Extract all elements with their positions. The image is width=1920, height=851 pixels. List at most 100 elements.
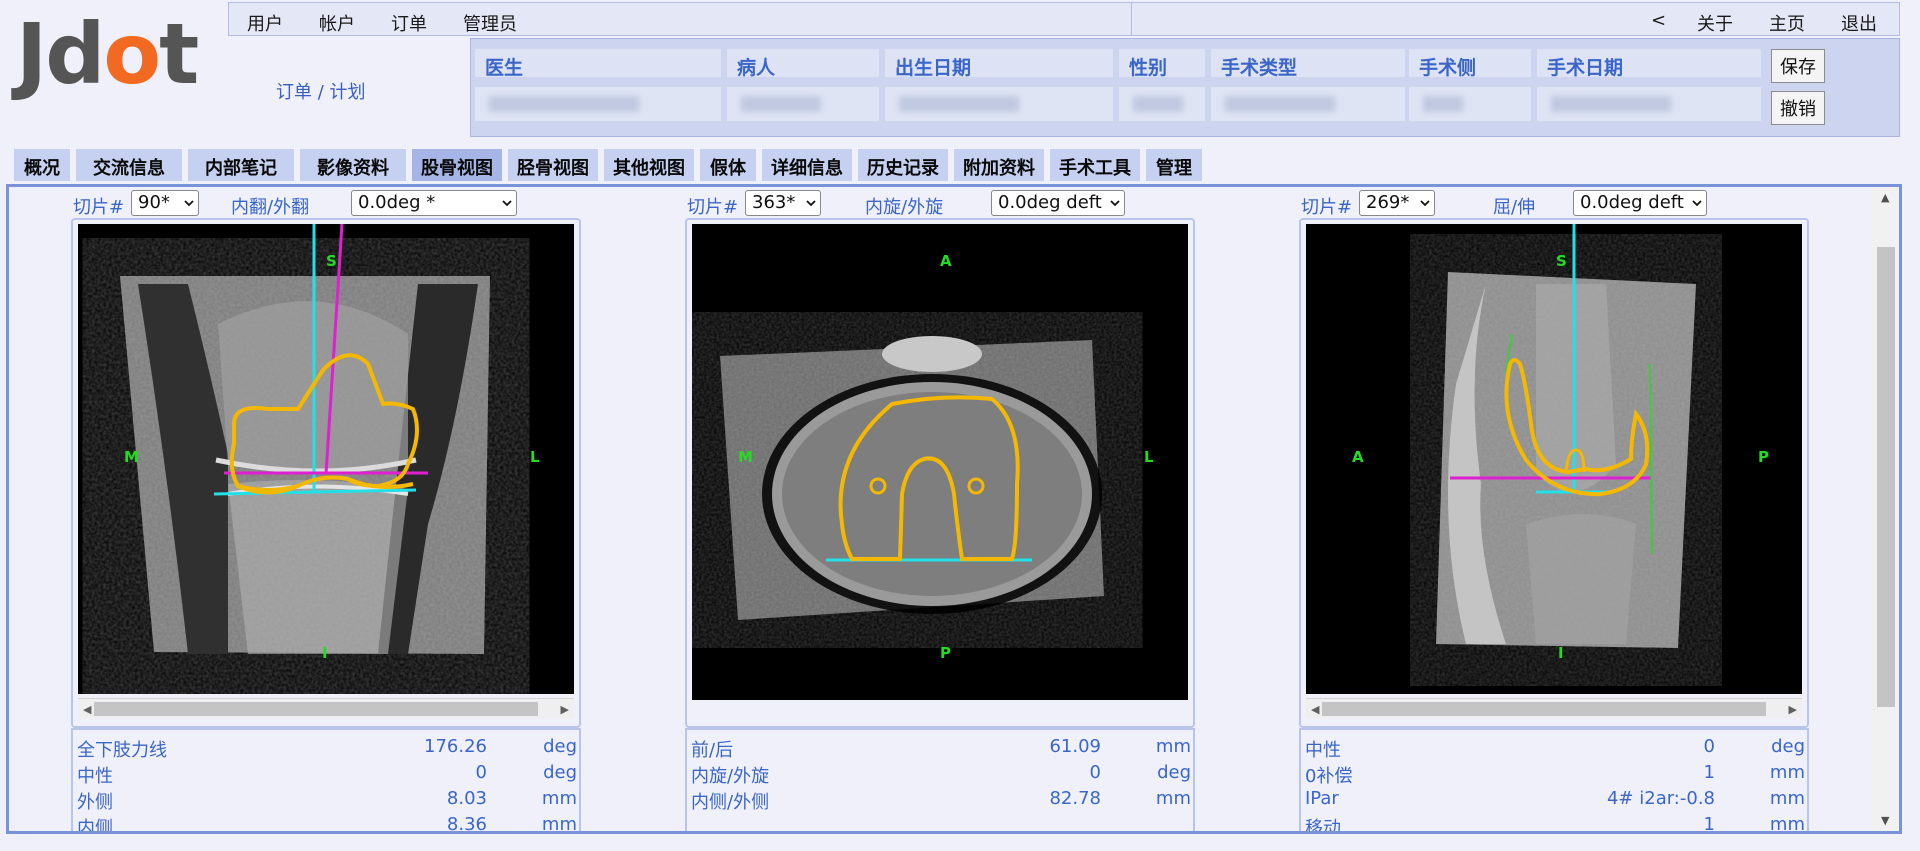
- horizontal-scrollbar-coronal[interactable]: ◀ ▶: [78, 698, 574, 718]
- orient-bottom-axial: P: [940, 644, 951, 662]
- scroll-left-icon[interactable]: ◀: [1311, 703, 1319, 716]
- stat-unit: deg: [1771, 736, 1805, 757]
- vertical-scrollbar[interactable]: ▲ ▼: [1873, 187, 1899, 831]
- varus-valgus-value: 0.0deg *: [358, 192, 436, 213]
- scroll-down-icon[interactable]: ▼: [1881, 814, 1889, 827]
- tab-imaging[interactable]: 影像资料: [300, 149, 406, 181]
- axial-view-panel: A P M L: [685, 218, 1195, 728]
- menu-home[interactable]: 主页: [1769, 10, 1805, 36]
- scrollbar-thumb[interactable]: [94, 702, 538, 716]
- menu-users[interactable]: 用户: [247, 10, 283, 36]
- scroll-right-icon[interactable]: ▶: [1789, 703, 1797, 716]
- header-doctor: 医生: [475, 49, 721, 79]
- varus-valgus-select[interactable]: 0.0deg *: [351, 190, 517, 216]
- value-gender: [1119, 87, 1205, 121]
- chevron-down-icon: [1110, 200, 1120, 207]
- coronal-view-panel: S I M L ◀ ▶: [71, 218, 581, 728]
- tab-communication[interactable]: 交流信息: [76, 149, 182, 181]
- orient-right-coronal: L: [530, 448, 540, 466]
- scroll-right-icon[interactable]: ▶: [561, 703, 569, 716]
- menu-about[interactable]: 关于: [1697, 10, 1733, 36]
- value-surgery-type: [1211, 87, 1405, 121]
- slice-value-coronal: 90*: [138, 192, 170, 213]
- slice-select-coronal[interactable]: 90*: [131, 190, 199, 216]
- tab-admin[interactable]: 管理: [1146, 149, 1202, 181]
- tab-overview[interactable]: 概况: [14, 149, 70, 181]
- stat-value: 4# i2ar:-0.8: [1606, 788, 1715, 809]
- coronal-mri-canvas[interactable]: S I M L: [78, 224, 574, 694]
- tab-details[interactable]: 详细信息: [762, 149, 852, 181]
- rotation-value: 0.0deg deft: [998, 192, 1102, 213]
- orient-left-sagittal: A: [1352, 448, 1364, 466]
- stat-value: 82.78: [1049, 788, 1101, 809]
- menu-back[interactable]: <: [1651, 10, 1666, 31]
- stat-value: 0: [1089, 762, 1101, 783]
- top-menu-bar: 用户 帐户 订单 管理员 < 关于 主页 退出: [228, 2, 1900, 36]
- slice-select-sagittal[interactable]: 269*: [1359, 190, 1435, 216]
- tab-history[interactable]: 历史记录: [858, 149, 948, 181]
- chevron-down-icon: [184, 200, 194, 207]
- tab-other-views[interactable]: 其他视图: [604, 149, 694, 181]
- horizontal-scrollbar-sagittal[interactable]: ◀ ▶: [1306, 698, 1802, 718]
- jdot-logo: Jdot: [16, 12, 211, 96]
- slice-select-axial[interactable]: 363*: [745, 190, 821, 216]
- varus-valgus-label: 内翻/外翻: [231, 197, 310, 218]
- value-surgery-side: [1409, 87, 1531, 121]
- chevron-down-icon: [806, 200, 816, 207]
- header-gender: 性别: [1119, 49, 1205, 79]
- header-birthdate: 出生日期: [885, 49, 1113, 79]
- value-patient: [727, 87, 879, 121]
- breadcrumb[interactable]: 订单 / 计划: [276, 78, 366, 104]
- rotation-select[interactable]: 0.0deg deft: [991, 190, 1125, 216]
- order-info-panel: 医生 病人 出生日期 性别 手术类型 手术侧 手术日期 保存 撤销: [470, 38, 1900, 137]
- flexion-select[interactable]: 0.0deg deft: [1573, 190, 1707, 216]
- menu-logout[interactable]: 退出: [1841, 10, 1877, 36]
- value-surgery-date: [1537, 87, 1761, 121]
- stat-value: 8.36: [446, 814, 487, 834]
- stat-value: 8.03: [446, 788, 487, 809]
- coronal-stats-panel: 全下肢力线 176.26 deg 中性 0 deg 外侧 8.03 mm 内侧 …: [71, 728, 581, 834]
- stat-unit: mm: [1155, 788, 1191, 809]
- axial-mri-canvas[interactable]: A P M L: [692, 224, 1188, 700]
- orient-top-coronal: S: [326, 252, 337, 270]
- stat-unit: mm: [1769, 762, 1805, 783]
- menu-admin[interactable]: 管理员: [463, 10, 517, 36]
- scroll-left-icon[interactable]: ◀: [83, 703, 91, 716]
- tab-surgical-tools[interactable]: 手术工具: [1050, 149, 1140, 181]
- sagittal-stats-panel: 中性 0 deg 0补偿 1 mm IPar 4# i2ar:-0.8 mm 移…: [1299, 728, 1809, 834]
- stat-label: 中性: [77, 766, 113, 787]
- tab-internal-notes[interactable]: 内部笔记: [188, 149, 294, 181]
- stat-label: 内旋/外旋: [691, 766, 770, 787]
- orient-bottom-coronal: I: [322, 644, 328, 662]
- stat-row: 0补偿 1 mm: [1305, 760, 1805, 787]
- tab-prosthesis[interactable]: 假体: [700, 149, 756, 181]
- flexion-label: 屈/伸: [1493, 197, 1536, 218]
- header-surgery-date: 手术日期: [1537, 49, 1761, 79]
- femur-view-content: 切片# 90* 内翻/外翻 0.0deg * S I M L ◀ ▶ 全下肢力线…: [6, 184, 1902, 834]
- tab-attachments[interactable]: 附加资料: [954, 149, 1044, 181]
- menu-orders[interactable]: 订单: [391, 10, 427, 36]
- stat-unit: mm: [1769, 814, 1805, 834]
- tab-tibia-view[interactable]: 胫骨视图: [508, 149, 598, 181]
- stat-unit: mm: [541, 814, 577, 834]
- save-button[interactable]: 保存: [1771, 49, 1825, 83]
- cancel-button[interactable]: 撤销: [1771, 91, 1825, 125]
- scrollbar-thumb[interactable]: [1877, 247, 1895, 707]
- stat-row: 外侧 8.03 mm: [77, 786, 577, 813]
- stat-row: 内侧 8.36 mm: [77, 812, 577, 834]
- scrollbar-thumb[interactable]: [1322, 702, 1766, 716]
- orient-left-coronal: M: [124, 448, 139, 466]
- menu-account[interactable]: 帐户: [319, 10, 355, 36]
- axial-mri-image: A P M L: [692, 224, 1188, 700]
- stat-label: 全下肢力线: [77, 740, 167, 761]
- sagittal-view-panel: S I A P ◀ ▶: [1299, 218, 1809, 728]
- stat-label: 外侧: [77, 792, 113, 813]
- scroll-up-icon[interactable]: ▲: [1881, 191, 1889, 204]
- stat-label: 移动: [1305, 818, 1341, 834]
- sagittal-mri-canvas[interactable]: S I A P: [1306, 224, 1802, 694]
- stat-row: 内侧/外侧 82.78 mm: [691, 786, 1191, 813]
- tab-femur-view[interactable]: 股骨视图: [412, 149, 502, 181]
- stat-value: 1: [1703, 762, 1715, 783]
- stat-value: 0: [1703, 736, 1715, 757]
- stat-unit: deg: [1157, 762, 1191, 783]
